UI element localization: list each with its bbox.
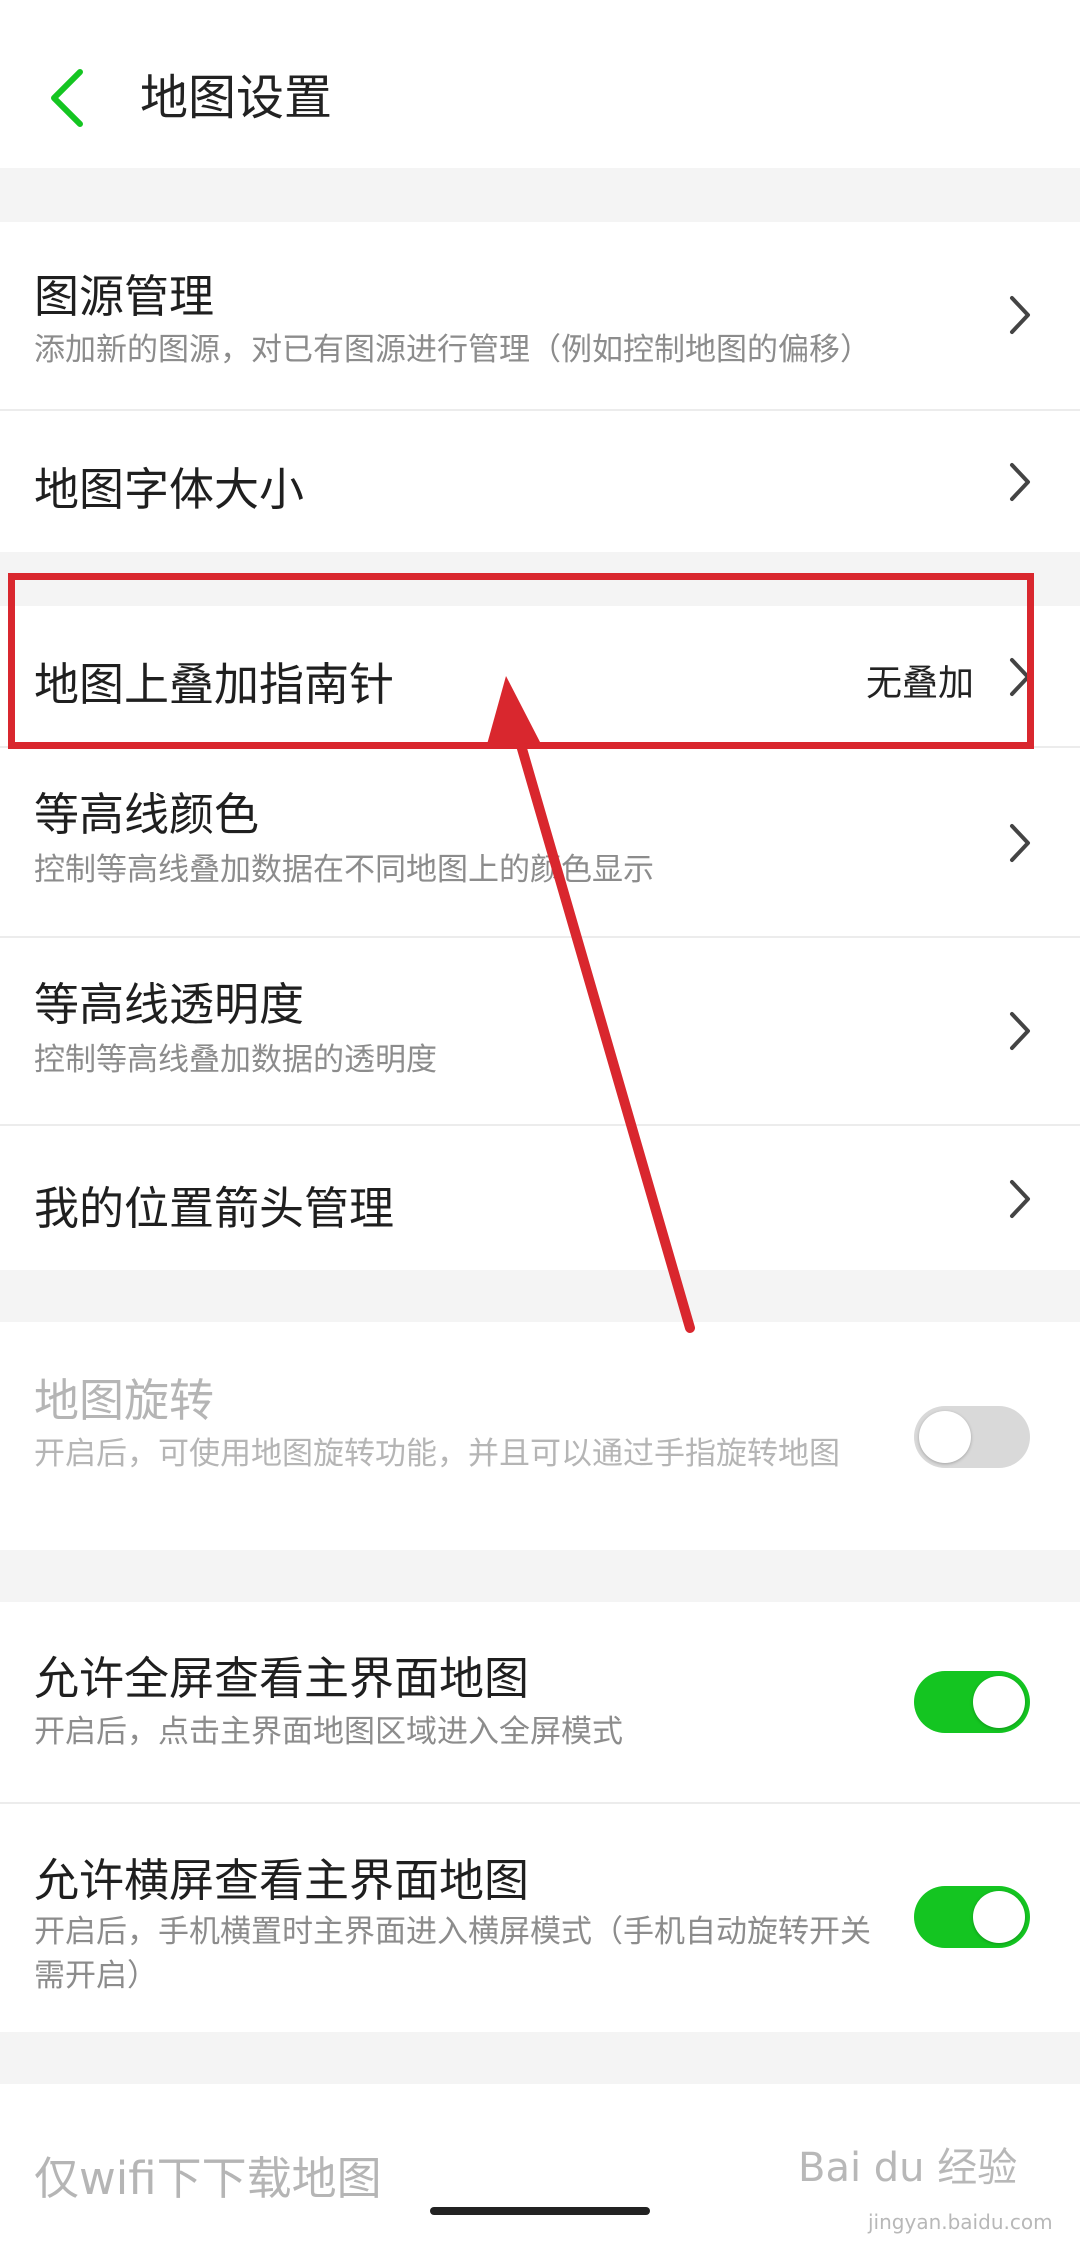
map-rotation-toggle xyxy=(914,1406,1030,1468)
chevron-left-icon xyxy=(51,69,83,127)
setting-description: 开启后，手机横置时主界面进入横屏模式（手机自动旋转开关需开启） xyxy=(34,1914,871,1994)
chevron-right-icon xyxy=(1010,1180,1030,1218)
settings-group-2: 地图上叠加指南针 无叠加 等高线颜色 控制等高线叠加数据在不同地图上的颜色显示 … xyxy=(0,606,1080,1270)
chevron-right-icon xyxy=(1010,463,1030,501)
setting-description: 控制等高线叠加数据的透明度 xyxy=(34,1042,437,1078)
setting-label: 图源管理 xyxy=(34,270,215,323)
setting-label: 地图旋转 xyxy=(34,1374,215,1427)
toggle-knob xyxy=(973,1676,1025,1728)
setting-label: 允许横屏查看主界面地图 xyxy=(34,1854,530,1907)
fullscreen-map-toggle[interactable] xyxy=(914,1671,1030,1733)
chevron-right-icon xyxy=(1010,296,1030,334)
back-button[interactable] xyxy=(40,58,100,138)
header-bar: 地图设置 xyxy=(0,0,1080,168)
chevron-right-icon xyxy=(1010,1012,1030,1050)
setting-label: 地图字体大小 xyxy=(34,463,305,516)
setting-compass-overlay[interactable]: 地图上叠加指南针 无叠加 xyxy=(0,606,1080,746)
setting-label: 仅wifi下下载地图 xyxy=(34,2152,382,2205)
setting-contour-color[interactable]: 等高线颜色 控制等高线叠加数据在不同地图上的颜色显示 xyxy=(0,748,1080,936)
page-title: 地图设置 xyxy=(140,70,333,126)
setting-description: 开启后，可使用地图旋转功能，并且可以通过手指旋转地图 xyxy=(34,1436,840,1472)
setting-label: 我的位置箭头管理 xyxy=(34,1182,395,1235)
setting-landscape-map[interactable]: 允许横屏查看主界面地图 开启后，手机横置时主界面进入横屏模式（手机自动旋转开关需… xyxy=(0,1804,1080,2032)
toggle-knob xyxy=(973,1891,1025,1943)
home-indicator[interactable] xyxy=(430,2207,650,2215)
setting-map-source[interactable]: 图源管理 添加新的图源，对已有图源进行管理（例如控制地图的偏移） xyxy=(0,222,1080,410)
watermark-url: jingyan.baidu.com xyxy=(868,2210,1053,2234)
settings-group-3: 地图旋转 开启后，可使用地图旋转功能，并且可以通过手指旋转地图 xyxy=(0,1322,1080,1550)
chevron-right-icon xyxy=(1010,658,1030,696)
settings-group-4: 允许全屏查看主界面地图 开启后，点击主界面地图区域进入全屏模式 允许横屏查看主界… xyxy=(0,1602,1080,2032)
setting-fullscreen-map[interactable]: 允许全屏查看主界面地图 开启后，点击主界面地图区域进入全屏模式 xyxy=(0,1602,1080,1802)
setting-label: 等高线颜色 xyxy=(34,788,260,841)
setting-label: 等高线透明度 xyxy=(34,978,305,1031)
setting-font-size[interactable]: 地图字体大小 xyxy=(0,411,1080,552)
setting-location-arrow[interactable]: 我的位置箭头管理 xyxy=(0,1126,1080,1270)
watermark-logo: Bai du 经验 xyxy=(798,2145,1018,2191)
setting-description: 控制等高线叠加数据在不同地图上的颜色显示 xyxy=(34,852,654,888)
setting-description: 添加新的图源，对已有图源进行管理（例如控制地图的偏移） xyxy=(34,332,871,368)
landscape-map-toggle[interactable] xyxy=(914,1886,1030,1948)
chevron-right-icon xyxy=(1010,824,1030,862)
settings-group-1: 图源管理 添加新的图源，对已有图源进行管理（例如控制地图的偏移） 地图字体大小 xyxy=(0,222,1080,552)
toggle-knob xyxy=(919,1411,971,1463)
setting-value: 无叠加 xyxy=(865,663,974,704)
setting-contour-opacity[interactable]: 等高线透明度 控制等高线叠加数据的透明度 xyxy=(0,938,1080,1124)
setting-label: 允许全屏查看主界面地图 xyxy=(34,1652,530,1705)
setting-label: 地图上叠加指南针 xyxy=(34,658,395,711)
setting-map-rotation: 地图旋转 开启后，可使用地图旋转功能，并且可以通过手指旋转地图 xyxy=(0,1322,1080,1550)
setting-description: 开启后，点击主界面地图区域进入全屏模式 xyxy=(34,1714,623,1750)
